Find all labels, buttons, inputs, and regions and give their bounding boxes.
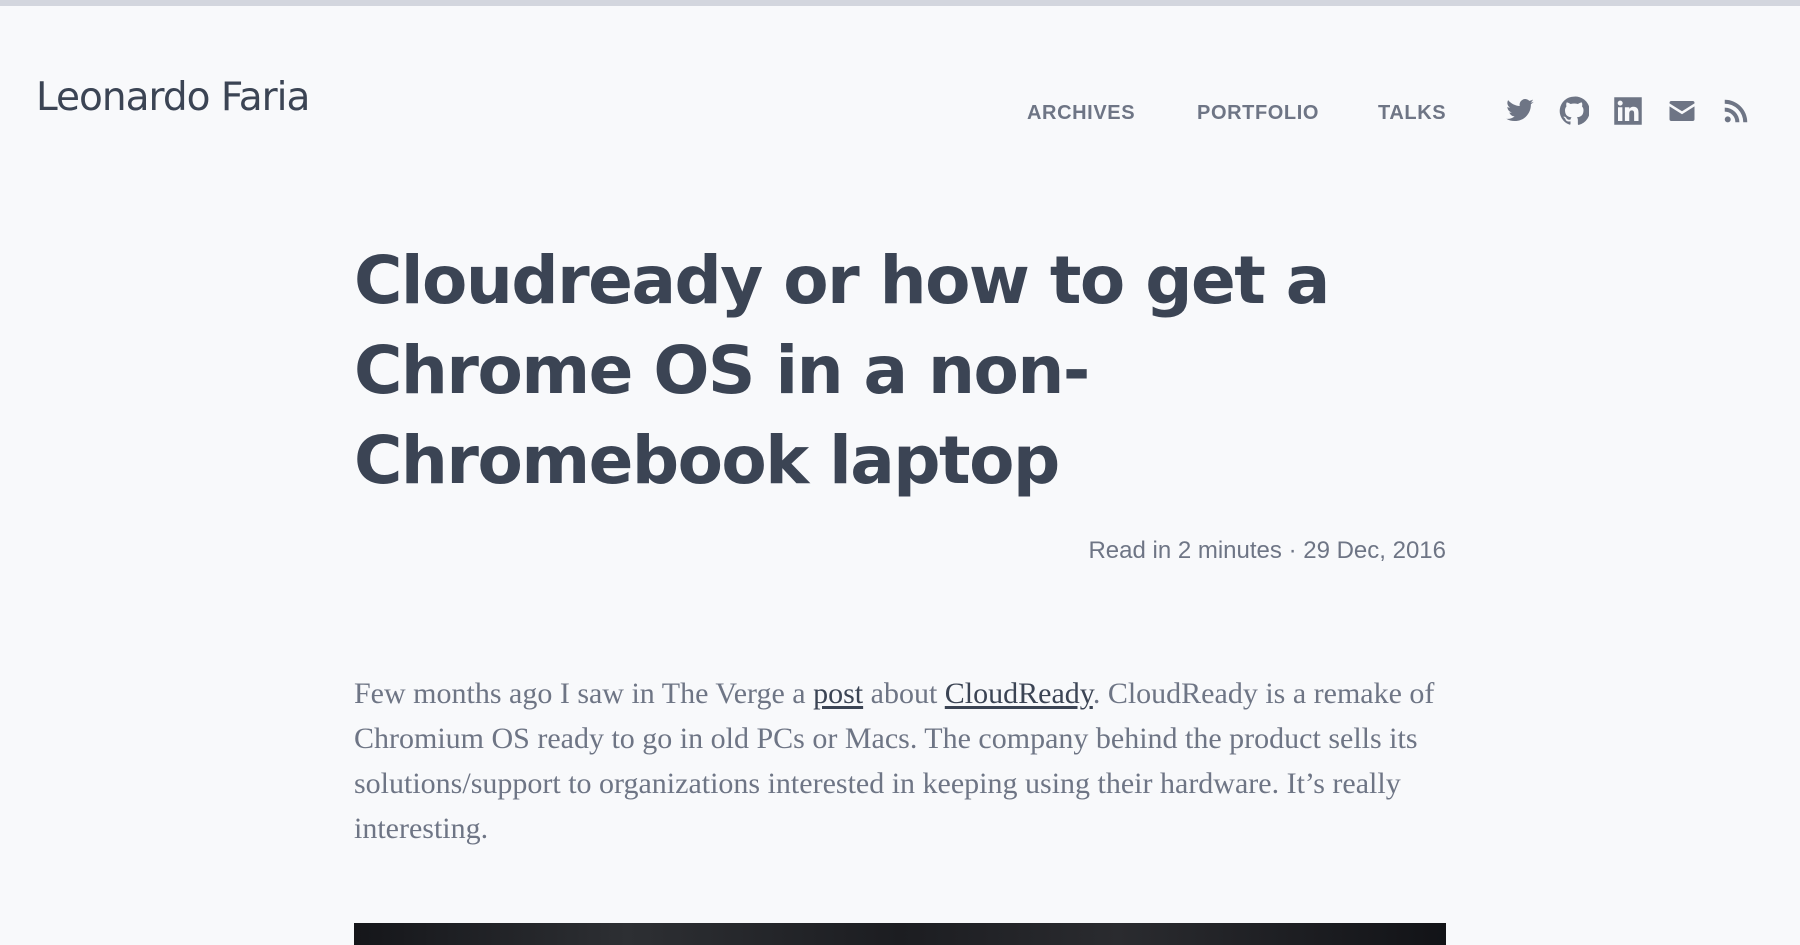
post-link[interactable]: post	[813, 677, 863, 710]
email-icon[interactable]	[1665, 94, 1699, 128]
post-title: Cloudready or how to get a Chrome OS in …	[354, 242, 1330, 499]
nav-portfolio[interactable]: PORTFOLIO	[1197, 103, 1319, 123]
nav-archives[interactable]: ARCHIVES	[1027, 103, 1135, 123]
linkedin-icon[interactable]	[1611, 94, 1645, 128]
post-paragraph: Few months ago I saw in The Verge a post…	[354, 671, 1454, 851]
rss-icon[interactable]	[1719, 94, 1753, 128]
post-image	[354, 923, 1446, 945]
site-title[interactable]: Leonardo Faria	[36, 78, 310, 117]
post-meta: Read in 2 minutes · 29 Dec, 2016	[1088, 537, 1446, 564]
cloudready-link[interactable]: CloudReady	[945, 677, 1093, 710]
nav-talks[interactable]: TALKS	[1378, 103, 1446, 123]
site-header: Leonardo Faria ARCHIVES PORTFOLIO TALKS	[0, 6, 1800, 136]
github-icon[interactable]	[1557, 94, 1591, 128]
paragraph-text: Few months ago I saw in The Verge a	[354, 677, 814, 710]
twitter-icon[interactable]	[1503, 94, 1537, 128]
paragraph-text: about	[863, 677, 945, 710]
